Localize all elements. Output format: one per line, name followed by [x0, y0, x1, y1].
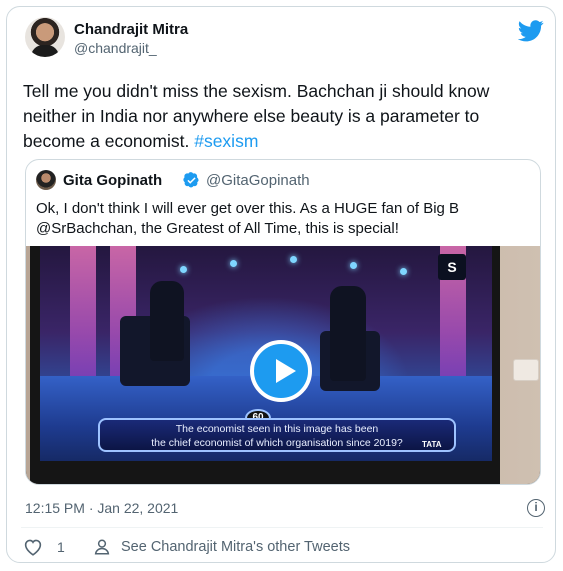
- quoted-author-name[interactable]: Gita Gopinath: [63, 172, 162, 189]
- info-icon[interactable]: i: [527, 499, 545, 517]
- twitter-bird-icon[interactable]: [518, 20, 544, 42]
- tweet-timestamp[interactable]: 12:15 PM · Jan 22, 2021: [25, 500, 178, 516]
- video-thumbnail[interactable]: S 60 The economist seen in this image ha…: [26, 246, 540, 484]
- like-count: 1: [57, 539, 65, 555]
- quiz-question-panel: The economist seen in this image has bee…: [98, 418, 456, 452]
- tweet-card: Chandrajit Mitra @chandrajit_ Tell me yo…: [6, 6, 556, 563]
- divider: [21, 527, 543, 528]
- stage-light-pillar: [70, 246, 96, 386]
- sponsor-logo: TATA: [422, 440, 442, 449]
- contestant-figure: [150, 281, 184, 361]
- stage-light: [230, 260, 237, 267]
- hashtag-link[interactable]: #sexism: [194, 131, 258, 151]
- quoted-tweet[interactable]: Gita Gopinath @GitaGopinath Ok, I don't …: [25, 159, 541, 485]
- channel-logo: S: [438, 254, 466, 280]
- quoted-author-handle[interactable]: @GitaGopinath: [206, 172, 310, 189]
- quiz-question-line: The economist seen in this image has bee…: [175, 423, 379, 435]
- author-handle[interactable]: @chandrajit_: [74, 40, 157, 56]
- see-other-tweets-link[interactable]: See Chandrajit Mitra's other Tweets: [93, 536, 363, 558]
- heart-icon: [24, 539, 42, 556]
- stage-light: [180, 266, 187, 273]
- quoted-avatar[interactable]: [36, 170, 56, 190]
- stage-light: [400, 268, 407, 275]
- quiz-question-line: the chief economist of which organisatio…: [151, 437, 403, 449]
- stage-light: [350, 262, 357, 269]
- stage-light: [290, 256, 297, 263]
- host-figure: [330, 286, 366, 381]
- see-other-tweets-label: See Chandrajit Mitra's other Tweets: [121, 539, 350, 555]
- play-icon[interactable]: [250, 340, 312, 402]
- author-name[interactable]: Chandrajit Mitra: [74, 21, 188, 38]
- avatar[interactable]: [25, 17, 65, 57]
- like-button[interactable]: 1: [23, 536, 77, 558]
- verified-badge-icon: [183, 172, 199, 188]
- tweet-text: Tell me you didn't miss the sexism. Bach…: [23, 79, 543, 154]
- avatar-shirt: [31, 45, 59, 57]
- person-icon: [94, 539, 110, 555]
- wall-socket: [513, 359, 539, 381]
- quoted-tweet-text: Ok, I don't think I will ever get over t…: [36, 200, 460, 237]
